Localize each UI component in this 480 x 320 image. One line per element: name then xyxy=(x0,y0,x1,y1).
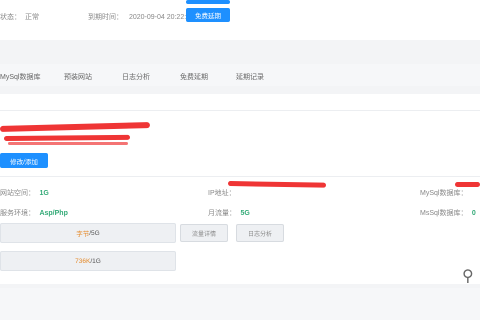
tab-renew-records[interactable]: 延期记录 xyxy=(236,72,264,82)
tab-free-renew[interactable]: 免费延期 xyxy=(180,72,208,82)
env-label: 服务环境： xyxy=(0,210,35,217)
divider-middle xyxy=(0,176,480,177)
traffic-usage-bar: 字节 /5G xyxy=(0,223,176,243)
space-used-value: 736K xyxy=(75,257,91,265)
status-value: 正常 xyxy=(24,14,39,21)
renew-button[interactable]: 免费延期 xyxy=(186,8,230,22)
traffic-label: 月流量： xyxy=(208,210,236,217)
status-label: 状态： xyxy=(0,14,21,21)
space-total-value: /1G xyxy=(90,257,101,265)
env-value: Asp/Php xyxy=(39,210,68,217)
top-cut-button[interactable] xyxy=(186,0,230,4)
expire-value: 2020-09-04 20:22:22 xyxy=(128,14,194,21)
expire-row: 到期时间： 2020-09-04 20:22:22 xyxy=(88,12,194,22)
mssql-row: MsSql数据库： 0 xyxy=(420,202,476,220)
site-space-row: 网站空间： 1G xyxy=(0,182,49,200)
traffic-total-value: /5G xyxy=(89,229,100,237)
traffic-detail-button[interactable]: 流量详情 xyxy=(180,224,228,242)
top-info-panel xyxy=(0,0,480,40)
env-row: 服务环境： Asp/Php xyxy=(0,202,68,220)
ip-label: IP地址： xyxy=(208,190,236,197)
status-row: 状态： 正常 xyxy=(0,12,39,22)
mysql-label: MySql数据库： xyxy=(420,190,468,197)
redacted-mysql xyxy=(455,182,480,187)
log-analysis-button[interactable]: 日志分析 xyxy=(236,224,284,242)
watermark-icon: ⚲ xyxy=(462,268,474,285)
traffic-value: 5G xyxy=(240,210,250,217)
tab-preinstalled-sites[interactable]: 预装网站 xyxy=(64,72,92,82)
traffic-used-value: 字节 xyxy=(76,231,90,238)
mssql-label: MsSql数据库： xyxy=(420,210,468,217)
tab-log-analysis[interactable]: 日志分析 xyxy=(122,72,150,82)
divider-top xyxy=(0,110,480,111)
site-space-value: 1G xyxy=(39,190,49,197)
tab-mysql[interactable]: MySql数据库 xyxy=(0,72,40,82)
site-space-label: 网站空间： xyxy=(0,190,35,197)
redacted-title-3 xyxy=(8,142,128,145)
expire-label: 到期时间： xyxy=(88,14,123,21)
mssql-value: 0 xyxy=(471,210,476,217)
traffic-row: 月流量： 5G xyxy=(208,202,250,220)
edit-add-button[interactable]: 修改/添加 xyxy=(0,153,48,168)
bottom-strip xyxy=(0,288,480,320)
space-usage-bar: 736K /1G xyxy=(0,251,176,271)
